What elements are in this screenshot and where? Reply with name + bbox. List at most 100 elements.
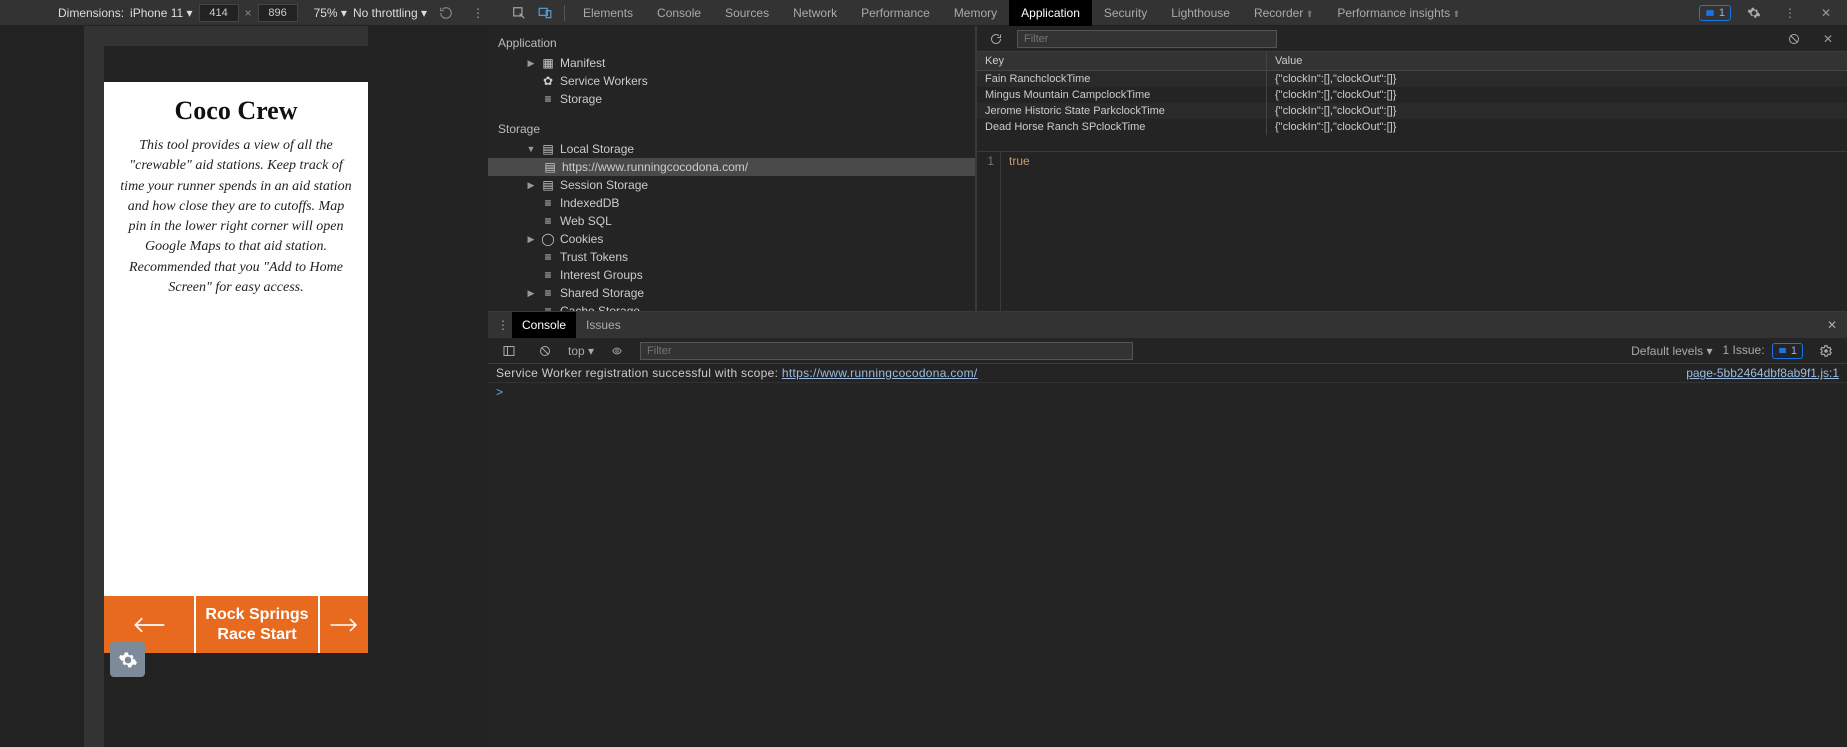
col-value[interactable]: Value xyxy=(1267,52,1847,70)
console-filter-input[interactable] xyxy=(640,342,1133,360)
levels-select[interactable]: Default levels ▾ xyxy=(1631,344,1712,358)
console-body: Service Worker registration successful w… xyxy=(488,364,1847,747)
issues-badge[interactable]: 1 xyxy=(1699,5,1731,21)
device-toolbar: Dimensions: iPhone 11 ▾ × 75% ▾ No throt… xyxy=(8,0,496,26)
preview-value: true xyxy=(1001,152,1038,311)
more-icon[interactable]: ⋮ xyxy=(1777,0,1803,26)
line-number: 1 xyxy=(977,152,1001,311)
storage-row[interactable]: Jerome Historic State ParkclockTime{"clo… xyxy=(977,103,1847,119)
ruler-horizontal xyxy=(104,26,368,46)
zoom-select[interactable]: 75% ▾ xyxy=(314,6,347,20)
console-log-row[interactable]: Service Worker registration successful w… xyxy=(488,364,1847,383)
panel-tab-application[interactable]: Application xyxy=(1009,0,1092,26)
drawer-tab-console[interactable]: Console xyxy=(512,312,576,338)
panel-tab-performance-insights[interactable]: Performance insights ⬆ xyxy=(1325,0,1472,26)
app-title: Coco Crew xyxy=(114,96,358,126)
panel-tab-performance[interactable]: Performance xyxy=(849,0,942,26)
sidebar-item-cookies[interactable]: ▶◯Cookies xyxy=(488,230,975,248)
db-icon: ≡ xyxy=(542,251,554,263)
application-sidebar: Application ▶▦Manifest ✿Service Workers … xyxy=(488,26,976,311)
refresh-icon[interactable] xyxy=(983,26,1009,52)
sidebar-item-session-storage[interactable]: ▶▤Session Storage xyxy=(488,176,975,194)
device-preview-pane: Coco Crew This tool provides a view of a… xyxy=(0,26,488,747)
panel-tab-elements[interactable]: Elements xyxy=(571,0,645,26)
cookie-icon: ◯ xyxy=(542,233,554,245)
sidebar-item-local-storage[interactable]: ▼▤Local Storage xyxy=(488,140,975,158)
app-description: This tool provides a view of all the "cr… xyxy=(114,136,358,298)
col-key[interactable]: Key xyxy=(977,52,1267,70)
panel-tab-security[interactable]: Security xyxy=(1092,0,1159,26)
device-select[interactable]: iPhone 11 ▾ xyxy=(130,6,193,20)
ruler-vertical xyxy=(84,26,104,747)
device-menu-icon[interactable]: ⋮ xyxy=(465,0,491,26)
sidebar-item-local-storage-origin[interactable]: ▤https://www.runningcocodona.com/ xyxy=(488,158,975,176)
live-expression-icon[interactable] xyxy=(604,338,630,364)
panel-tab-strip: ElementsConsoleSourcesNetworkPerformance… xyxy=(506,0,1472,26)
drawer-tab-strip: ⋮ Console Issues ✕ xyxy=(488,312,1847,338)
sidebar-toggle-icon[interactable] xyxy=(496,338,522,364)
width-input[interactable] xyxy=(199,4,239,22)
sidebar-item-cache-storage[interactable]: ≡Cache Storage xyxy=(488,302,975,311)
device-mode-icon[interactable] xyxy=(532,0,558,26)
sidebar-item-interest-groups[interactable]: ≡Interest Groups xyxy=(488,266,975,284)
storage-table: Key Value Fain RanchclockTime{"clockIn":… xyxy=(977,52,1847,152)
sidebar-item-service-workers[interactable]: ✿Service Workers xyxy=(488,72,975,90)
sidebar-item-indexeddb[interactable]: ≡IndexedDB xyxy=(488,194,975,212)
settings-icon[interactable] xyxy=(1741,0,1767,26)
sidebar-item-trust-tokens[interactable]: ≡Trust Tokens xyxy=(488,248,975,266)
drawer-menu-icon[interactable]: ⋮ xyxy=(494,318,512,332)
rotate-icon[interactable] xyxy=(433,0,459,26)
table-icon: ▤ xyxy=(544,161,556,173)
storage-filter-input[interactable] xyxy=(1017,30,1277,48)
db-icon: ≡ xyxy=(542,215,554,227)
panel-tab-console[interactable]: Console xyxy=(645,0,713,26)
drawer-close-icon[interactable]: ✕ xyxy=(1817,318,1847,332)
drawer-tab-issues[interactable]: Issues xyxy=(576,312,631,338)
delete-icon[interactable]: ✕ xyxy=(1815,26,1841,52)
devtools-top-bar: Dimensions: iPhone 11 ▾ × 75% ▾ No throt… xyxy=(0,0,1847,26)
console-source-link[interactable]: page-5bb2464dbf8ab9f1.js:1 xyxy=(1686,366,1839,380)
console-prompt[interactable]: > xyxy=(488,383,1847,401)
panel-tab-memory[interactable]: Memory xyxy=(942,0,1009,26)
db-icon: ≡ xyxy=(542,93,554,105)
clear-console-icon[interactable] xyxy=(532,338,558,364)
next-button[interactable] xyxy=(318,596,368,653)
dimensions-label: Dimensions: xyxy=(58,6,124,20)
station-button[interactable]: Rock Springs Race Start xyxy=(196,596,318,653)
clear-icon[interactable] xyxy=(1781,26,1807,52)
value-preview: 1 true xyxy=(977,152,1847,311)
db-icon: ≡ xyxy=(542,269,554,281)
app-settings-button[interactable] xyxy=(110,642,145,677)
storage-toolbar: ✕ xyxy=(977,26,1847,52)
gear-icon: ✿ xyxy=(542,75,554,87)
x-separator: × xyxy=(245,6,252,20)
context-select[interactable]: top ▾ xyxy=(568,344,594,358)
panel-tab-lighthouse[interactable]: Lighthouse xyxy=(1159,0,1242,26)
sidebar-item-shared-storage[interactable]: ▶≡Shared Storage xyxy=(488,284,975,302)
table-icon: ▤ xyxy=(542,143,554,155)
sidebar-item-storage[interactable]: ≡Storage xyxy=(488,90,975,108)
db-icon: ≡ xyxy=(542,197,554,209)
phone-frame: Coco Crew This tool provides a view of a… xyxy=(104,82,368,653)
storage-row[interactable]: Mingus Mountain CampclockTime{"clockIn":… xyxy=(977,87,1847,103)
panel-tab-recorder[interactable]: Recorder ⬆ xyxy=(1242,0,1325,26)
panel-tab-network[interactable]: Network xyxy=(781,0,849,26)
console-log-link[interactable]: https://www.runningcocodona.com/ xyxy=(782,366,978,380)
top-right-controls: 1 ⋮ ✕ xyxy=(1699,0,1839,26)
table-icon: ▤ xyxy=(542,179,554,191)
devtools-body: Application ▶▦Manifest ✿Service Workers … xyxy=(488,26,1847,747)
height-input[interactable] xyxy=(258,4,298,22)
console-settings-icon[interactable] xyxy=(1813,338,1839,364)
sidebar-item-manifest[interactable]: ▶▦Manifest xyxy=(488,54,975,72)
sidebar-item-websql[interactable]: ≡Web SQL xyxy=(488,212,975,230)
sidebar-section-storage: Storage xyxy=(488,118,975,140)
inspect-icon[interactable] xyxy=(506,0,532,26)
storage-row[interactable]: Dead Horse Ranch SPclockTime{"clockIn":[… xyxy=(977,119,1847,135)
storage-row[interactable]: Fain RanchclockTime{"clockIn":[],"clockO… xyxy=(977,71,1847,87)
console-toolbar: top ▾ Default levels ▾ 1 Issue: 1 xyxy=(488,338,1847,364)
sidebar-section-application: Application xyxy=(488,32,975,54)
throttling-select[interactable]: No throttling ▾ xyxy=(353,6,427,20)
panel-tab-sources[interactable]: Sources xyxy=(713,0,781,26)
close-icon[interactable]: ✕ xyxy=(1813,0,1839,26)
drawer-issue-label[interactable]: 1 Issue: 1 xyxy=(1723,343,1804,359)
